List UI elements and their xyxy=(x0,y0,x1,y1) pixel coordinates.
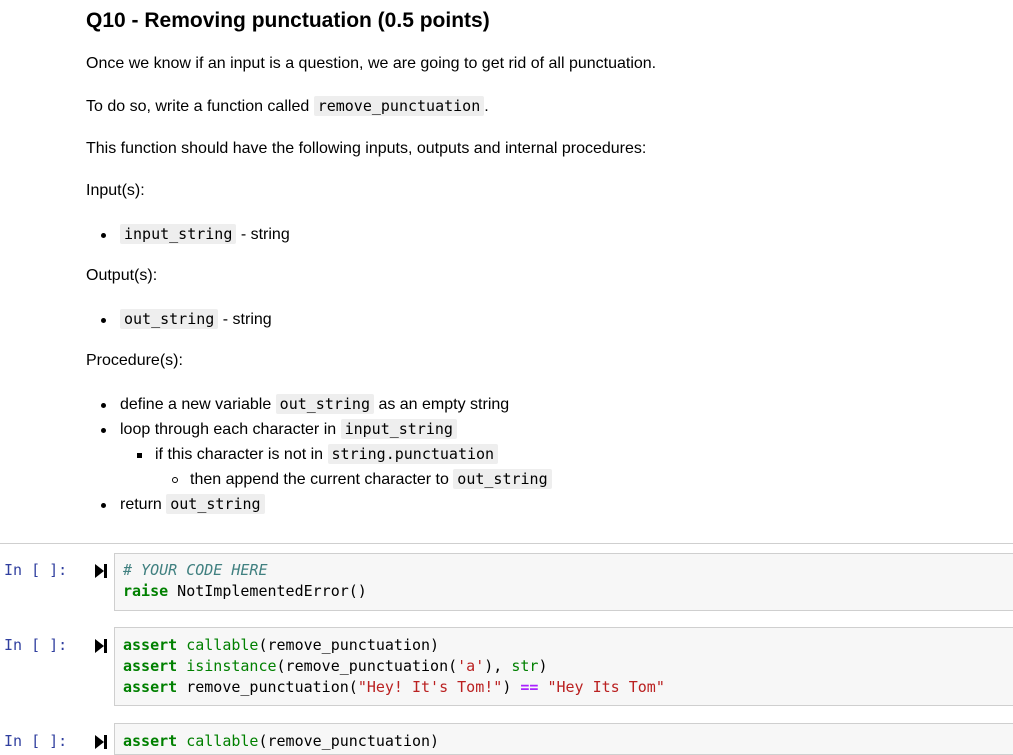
code-cell-1[interactable]: # YOUR CODE HERE raise NotImplementedErr… xyxy=(114,553,1013,611)
bullet-dot xyxy=(101,428,106,433)
bullet-square xyxy=(137,453,142,458)
procedure-heading: Procedure(s): xyxy=(86,352,183,369)
procedure-item-3: if this character is not in string.punct… xyxy=(155,444,499,465)
procedure-item-2: loop through each character in input_str… xyxy=(120,419,457,440)
outputs-heading: Output(s): xyxy=(86,267,158,284)
code-cell-2[interactable]: assert callable(remove_punctuation) asse… xyxy=(114,627,1013,706)
question-title: Q10 - Removing punctuation (0.5 points) xyxy=(86,9,490,32)
bullet-dot xyxy=(101,233,106,238)
code-line: raise NotImplementedError() xyxy=(123,582,367,600)
output-item: out_string - string xyxy=(120,309,272,330)
cell-prompt: In [ ]: xyxy=(4,732,68,750)
procedure-item-4: then append the current character to out… xyxy=(190,469,552,490)
bullet-dot xyxy=(101,403,106,408)
bullet-dot xyxy=(101,318,106,323)
run-cell-icon[interactable] xyxy=(95,735,107,749)
procedures-intro: This function should have the following … xyxy=(86,140,647,157)
code-line: # YOUR CODE HERE xyxy=(123,561,268,579)
bullet-circle xyxy=(172,477,178,483)
intro-text: Once we know if an input is a question, … xyxy=(86,55,657,72)
cell-divider xyxy=(0,543,1013,544)
procedure-item-5: return out_string xyxy=(120,494,265,515)
bullet-dot xyxy=(101,503,106,508)
cell-prompt: In [ ]: xyxy=(4,561,68,579)
input-item: input_string - string xyxy=(120,224,290,245)
function-name-code: remove_punctuation xyxy=(313,96,485,116)
todo-text: To do so, write a function called remove… xyxy=(86,96,489,116)
run-cell-icon[interactable] xyxy=(95,639,107,653)
run-cell-icon[interactable] xyxy=(95,564,107,578)
inputs-heading: Input(s): xyxy=(86,182,145,199)
code-line: assert remove_punctuation("Hey! It's Tom… xyxy=(123,678,665,696)
procedure-item-1: define a new variable out_string as an e… xyxy=(120,394,510,414)
code-line: assert isinstance(remove_punctuation('a'… xyxy=(123,657,548,675)
cell-prompt: In [ ]: xyxy=(4,636,68,654)
code-line: assert callable(remove_punctuation) xyxy=(123,732,440,750)
code-line: assert callable(remove_punctuation) xyxy=(123,636,440,654)
code-cell-3[interactable]: assert callable(remove_punctuation) xyxy=(114,723,1013,755)
